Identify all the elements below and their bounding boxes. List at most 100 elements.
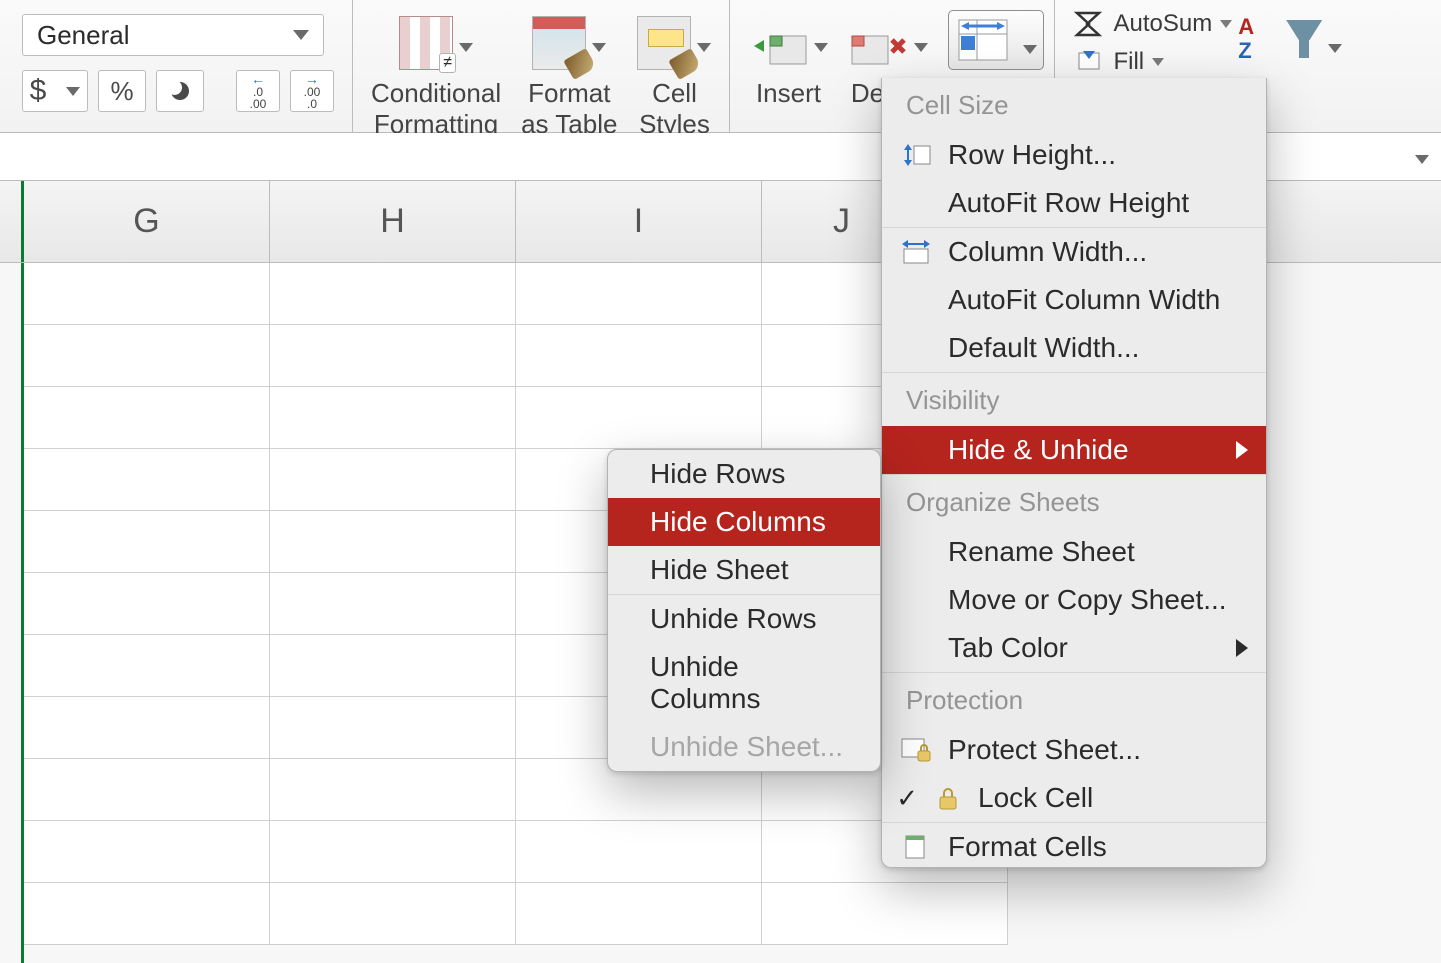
menu-section-header: Cell Size bbox=[882, 78, 1266, 131]
menu-label: Lock Cell bbox=[978, 782, 1093, 814]
menu-section-header: Visibility bbox=[882, 373, 1266, 426]
column-header[interactable]: H bbox=[270, 181, 516, 262]
menu-label: AutoFit Column Width bbox=[948, 284, 1220, 316]
menu-hide-unhide[interactable]: Hide & Unhide bbox=[882, 426, 1266, 474]
menu-lock-cell[interactable]: ✓ Lock Cell bbox=[882, 774, 1266, 822]
chevron-down-icon bbox=[1152, 58, 1164, 66]
decrease-decimal-button[interactable]: →.00.0 bbox=[290, 70, 334, 112]
comma-style-button[interactable] bbox=[156, 70, 204, 112]
fill-label: Fill bbox=[1113, 48, 1144, 76]
editing-group: AutoSum Fill bbox=[1063, 0, 1232, 76]
chevron-down-icon bbox=[1220, 20, 1232, 28]
column-header[interactable]: G bbox=[24, 181, 270, 262]
menu-column-width[interactable]: Column Width... bbox=[882, 228, 1266, 276]
menu-label: Format Cells bbox=[948, 831, 1107, 863]
menu-section-header: Protection bbox=[882, 673, 1266, 726]
chevron-right-icon bbox=[1236, 639, 1248, 657]
lock-icon bbox=[932, 785, 964, 811]
menu-label: Column Width... bbox=[948, 236, 1147, 268]
menu-label: Hide Columns bbox=[650, 506, 826, 538]
delete-icon bbox=[848, 30, 908, 70]
menu-move-copy-sheet[interactable]: Move or Copy Sheet... bbox=[882, 576, 1266, 624]
menu-label: Rename Sheet bbox=[948, 536, 1135, 568]
menu-label: Tab Color bbox=[948, 632, 1068, 664]
insert-icon bbox=[748, 30, 808, 70]
chevron-down-icon bbox=[814, 43, 828, 52]
menu-label: Unhide Rows bbox=[650, 603, 817, 635]
chevron-down-icon bbox=[914, 43, 928, 52]
column-header[interactable]: I bbox=[516, 181, 762, 262]
format-as-table-label: Format as Table bbox=[521, 78, 617, 140]
insert-label: Insert bbox=[756, 78, 821, 109]
insert-cells-button[interactable]: Insert bbox=[738, 0, 838, 109]
chevron-down-icon bbox=[1328, 44, 1342, 53]
number-format-combo[interactable]: General bbox=[22, 14, 324, 56]
chevron-down-icon bbox=[697, 43, 711, 52]
chevron-down-icon bbox=[1023, 45, 1037, 54]
menu-label: Hide & Unhide bbox=[948, 434, 1129, 466]
menu-autofit-column[interactable]: AutoFit Column Width bbox=[882, 276, 1266, 324]
number-format-value: General bbox=[37, 20, 130, 51]
menu-label: AutoFit Row Height bbox=[948, 187, 1189, 219]
menu-section-header: Organize Sheets bbox=[882, 475, 1266, 528]
conditional-formatting-label: Conditional Formatting bbox=[371, 78, 501, 140]
sheet-lock-icon bbox=[900, 737, 932, 763]
cell-styles-label: Cell Styles bbox=[639, 78, 710, 140]
fill-button[interactable]: Fill bbox=[1073, 48, 1232, 76]
menu-unhide-rows[interactable]: Unhide Rows bbox=[608, 595, 880, 643]
format-as-table-icon bbox=[532, 16, 586, 70]
fill-down-icon bbox=[1073, 49, 1105, 75]
menu-label: Hide Rows bbox=[650, 458, 785, 490]
menu-tab-color[interactable]: Tab Color bbox=[882, 624, 1266, 672]
sort-filter-button[interactable]: AZ bbox=[1232, 0, 1342, 64]
chevron-down-icon bbox=[293, 30, 309, 40]
chevron-down-icon bbox=[66, 87, 80, 96]
format-menu: Cell Size Row Height... AutoFit Row Heig… bbox=[881, 78, 1267, 868]
autosum-button[interactable]: AutoSum bbox=[1073, 10, 1232, 38]
menu-label: Unhide Columns bbox=[650, 651, 856, 715]
menu-hide-rows[interactable]: Hide Rows bbox=[608, 450, 880, 498]
percent-style-button[interactable]: % bbox=[98, 70, 146, 112]
moon-icon bbox=[171, 82, 189, 100]
increase-decimal-button[interactable]: ←.0.00 bbox=[236, 70, 280, 112]
hide-unhide-submenu: Hide Rows Hide Columns Hide Sheet Unhide… bbox=[607, 449, 881, 772]
filter-icon bbox=[1286, 14, 1322, 64]
column-width-icon bbox=[900, 239, 932, 265]
menu-label: Unhide Sheet... bbox=[650, 731, 843, 763]
chevron-down-icon bbox=[459, 43, 473, 52]
sheet-icon bbox=[900, 834, 932, 860]
menu-hide-columns[interactable]: Hide Columns bbox=[608, 498, 880, 546]
menu-default-width[interactable]: Default Width... bbox=[882, 324, 1266, 372]
check-icon: ✓ bbox=[896, 783, 918, 814]
currency-label: $ bbox=[20, 71, 57, 111]
conditional-formatting-icon bbox=[399, 16, 453, 70]
format-button[interactable] bbox=[938, 0, 1054, 70]
row-height-icon bbox=[900, 142, 932, 168]
menu-unhide-columns[interactable]: Unhide Columns bbox=[608, 643, 880, 723]
chevron-down-icon bbox=[592, 43, 606, 52]
menu-label: Default Width... bbox=[948, 332, 1139, 364]
menu-label: Hide Sheet bbox=[650, 554, 789, 586]
expand-formula-bar-icon[interactable] bbox=[1415, 155, 1429, 164]
menu-row-height[interactable]: Row Height... bbox=[882, 131, 1266, 179]
menu-rename-sheet[interactable]: Rename Sheet bbox=[882, 528, 1266, 576]
autosum-label: AutoSum bbox=[1113, 10, 1212, 38]
menu-protect-sheet[interactable]: Protect Sheet... bbox=[882, 726, 1266, 774]
menu-unhide-sheet: Unhide Sheet... bbox=[608, 723, 880, 771]
format-as-table-button[interactable]: Format as Table bbox=[511, 0, 627, 140]
conditional-formatting-button[interactable]: Conditional Formatting bbox=[361, 0, 511, 140]
menu-hide-sheet[interactable]: Hide Sheet bbox=[608, 546, 880, 594]
menu-label: Protect Sheet... bbox=[948, 734, 1141, 766]
menu-label: Row Height... bbox=[948, 139, 1116, 171]
chevron-right-icon bbox=[1236, 441, 1248, 459]
sort-az-icon: AZ bbox=[1238, 14, 1282, 64]
menu-autofit-row[interactable]: AutoFit Row Height bbox=[882, 179, 1266, 227]
sigma-icon bbox=[1073, 11, 1105, 37]
cell-styles-button[interactable]: Cell Styles bbox=[627, 0, 721, 140]
menu-label: Move or Copy Sheet... bbox=[948, 584, 1227, 616]
cell-styles-icon bbox=[637, 16, 691, 70]
accounting-format-button[interactable]: $ bbox=[22, 70, 88, 112]
number-group: General $ % ←.0.00 →.00.0 bbox=[0, 0, 344, 112]
format-icon bbox=[955, 16, 1011, 64]
menu-format-cells[interactable]: Format Cells bbox=[882, 823, 1266, 867]
